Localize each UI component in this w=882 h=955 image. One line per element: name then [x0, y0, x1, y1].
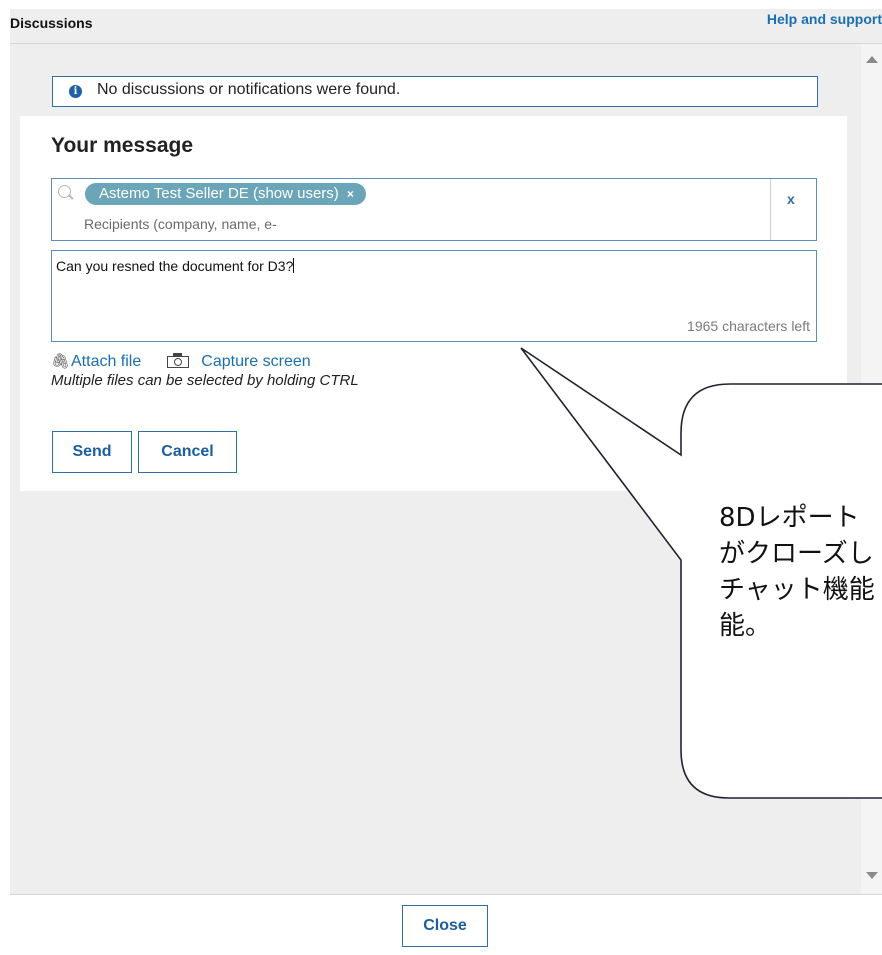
callout-line: 能。 — [719, 611, 772, 641]
callout-line: 8Dレポート — [719, 503, 860, 533]
close-button[interactable]: Close — [402, 905, 488, 947]
callout-line: がクローズし — [719, 539, 874, 569]
callout-bubble — [520, 347, 882, 799]
callout-text: 8Dレポート がクローズし チャット機能 能。 — [719, 500, 882, 644]
callout-line: チャット機能 — [719, 575, 875, 605]
footer-divider — [10, 894, 882, 895]
